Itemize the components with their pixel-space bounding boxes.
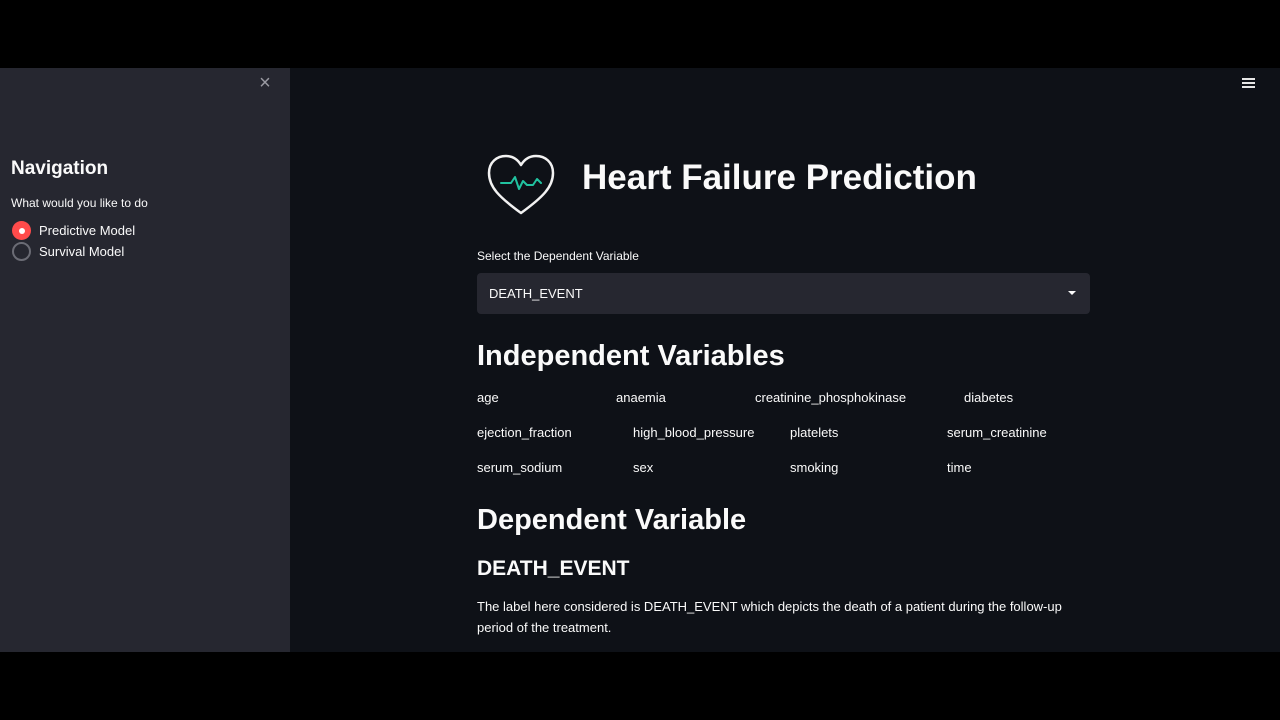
radio-predictive-model[interactable]: Predictive Model — [12, 221, 135, 240]
variable-item: time — [947, 460, 972, 475]
variable-item: serum_sodium — [477, 460, 563, 475]
radio-unselected-icon — [12, 242, 31, 261]
radio-label: Predictive Model — [39, 223, 136, 238]
dependent-variable-heading: Dependent Variable — [477, 504, 747, 536]
sidebar-title: Navigation — [11, 158, 109, 179]
dependent-variable-description: The label here considered is DEATH_EVENT… — [477, 599, 1062, 635]
close-icon[interactable]: × — [256, 73, 274, 93]
variable-item: age — [477, 390, 499, 405]
variable-item: high_blood_pressure — [633, 425, 755, 440]
page-header — [487, 153, 555, 219]
chevron-down-icon — [1068, 291, 1076, 295]
variable-item: smoking — [790, 460, 839, 475]
app-frame: × Navigation What would you like to do P… — [0, 68, 1280, 652]
select-value: DEATH_EVENT — [489, 286, 583, 301]
page-title: Heart Failure Prediction — [582, 158, 977, 197]
independent-variables-heading: Independent Variables — [477, 340, 785, 372]
variable-item: ejection_fraction — [477, 425, 572, 440]
variable-item: platelets — [790, 425, 839, 440]
variable-item: creatinine_phosphokinase — [755, 390, 907, 405]
variable-item: diabetes — [964, 390, 1014, 405]
hamburger-menu-icon[interactable] — [1240, 76, 1258, 90]
select-label: Select the Dependent Variable — [477, 249, 639, 263]
dependent-variable-select[interactable]: DEATH_EVENT — [477, 273, 1090, 314]
radio-survival-model[interactable]: Survival Model — [12, 242, 124, 261]
radio-selected-icon — [12, 221, 31, 240]
radio-group-label: What would you like to do — [11, 196, 148, 210]
radio-label: Survival Model — [39, 244, 125, 259]
sidebar: × Navigation What would you like to do P… — [0, 68, 290, 652]
heart-pulse-icon — [487, 154, 555, 215]
variable-item: sex — [633, 460, 654, 475]
dependent-variable-name: DEATH_EVENT — [477, 557, 630, 580]
variable-item: anaemia — [616, 390, 666, 405]
variable-item: serum_creatinine — [947, 425, 1047, 440]
